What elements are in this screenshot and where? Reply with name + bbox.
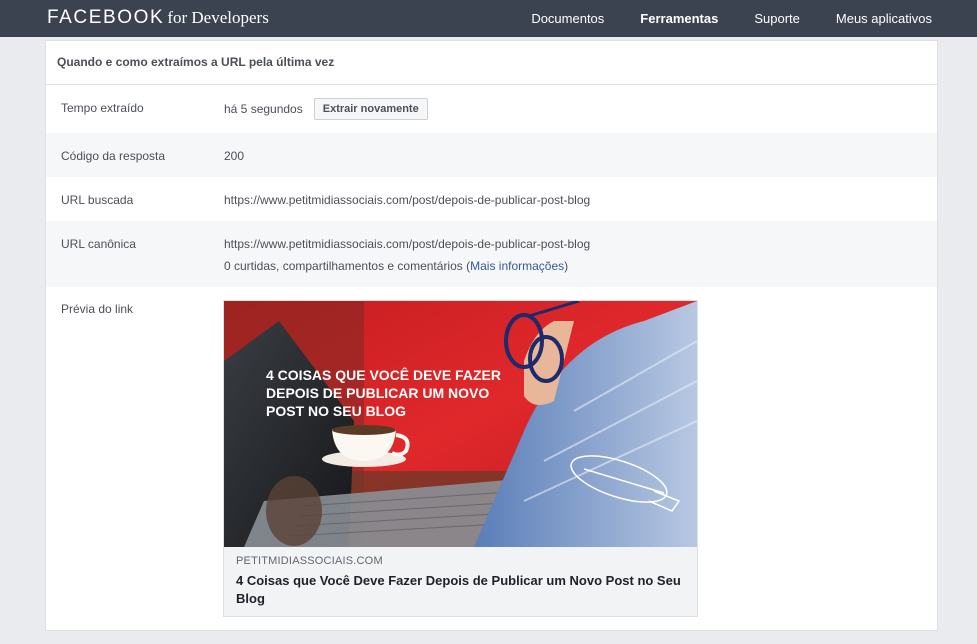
scrape-again-button[interactable]: Extrair novamente xyxy=(313,98,428,120)
row-time-scraped: Tempo extraído há 5 segundos Extrair nov… xyxy=(46,85,937,133)
preview-image-art: 4 COISAS QUE VOCÊ DEVE FAZER DEPOIS DE P… xyxy=(224,301,697,547)
nav-documentos[interactable]: Documentos xyxy=(531,11,604,26)
nav-ferramentas[interactable]: Ferramentas xyxy=(640,11,718,26)
engagement-stats-text: 0 curtidas, compartilhamentos e comentár… xyxy=(224,259,471,273)
time-scraped-value-group: há 5 segundos Extrair novamente xyxy=(224,98,428,120)
canonical-url-link[interactable]: https://www.petitmidiassociais.com/post/… xyxy=(224,237,590,251)
preview-domain: PETITMIDIASSOCIAIS.COM xyxy=(236,555,383,567)
facebook-developers-logo[interactable]: FACEBOOK for Developers xyxy=(47,7,269,29)
time-scraped-label: Tempo extraído xyxy=(61,101,144,115)
row-canonical-url: URL canônica https://www.petitmidiassoci… xyxy=(46,221,937,287)
nav-suporte[interactable]: Suporte xyxy=(754,11,800,26)
brand-main: FACEBOOK xyxy=(47,7,165,28)
image-text-line-3: POST NO SEU BLOG xyxy=(266,403,406,419)
more-info-link[interactable]: Mais informações xyxy=(470,259,564,273)
link-preview-label: Prévia do link xyxy=(61,302,134,316)
nav-meus-aplicativos[interactable]: Meus aplicativos xyxy=(836,11,932,26)
preview-title: 4 Coisas que Você Deve Fazer Depois de P… xyxy=(236,573,681,606)
image-text-line-1: 4 COISAS QUE VOCÊ DEVE FAZER xyxy=(266,366,501,383)
row-link-preview: Prévia do link 4 COISAS QUE VOCÊ DEVE FA… xyxy=(46,287,937,627)
link-preview-card[interactable]: 4 COISAS QUE VOCÊ DEVE FAZER DEPOIS DE P… xyxy=(223,300,698,617)
brand-sub: for Developers xyxy=(167,8,269,27)
fetched-url-link[interactable]: https://www.petitmidiassociais.com/post/… xyxy=(224,193,590,207)
scrape-info-card: Quando e como extraímos a URL pela últim… xyxy=(45,40,938,631)
row-response-code: Código da resposta 200 xyxy=(46,133,937,177)
fetched-url-label: URL buscada xyxy=(61,193,134,207)
image-text-line-2: DEPOIS DE PUBLICAR UM NOVO xyxy=(266,385,489,401)
preview-image: 4 COISAS QUE VOCÊ DEVE FAZER DEPOIS DE P… xyxy=(224,301,697,547)
response-code-label: Código da resposta xyxy=(61,149,166,163)
card-title: Quando e como extraímos a URL pela últim… xyxy=(46,41,937,85)
top-navigation-bar: FACEBOOK for Developers Documentos Ferram… xyxy=(0,0,977,37)
engagement-stats: 0 curtidas, compartilhamentos e comentár… xyxy=(224,259,568,273)
response-code-value: 200 xyxy=(224,149,245,163)
time-scraped-value: há 5 segundos xyxy=(224,102,303,116)
canonical-url-label: URL canônica xyxy=(61,237,136,251)
engagement-stats-close: ) xyxy=(564,259,569,273)
row-fetched-url: URL buscada https://www.petitmidiassocia… xyxy=(46,177,937,221)
main-nav: Documentos Ferramentas Suporte Meus apli… xyxy=(495,0,932,37)
